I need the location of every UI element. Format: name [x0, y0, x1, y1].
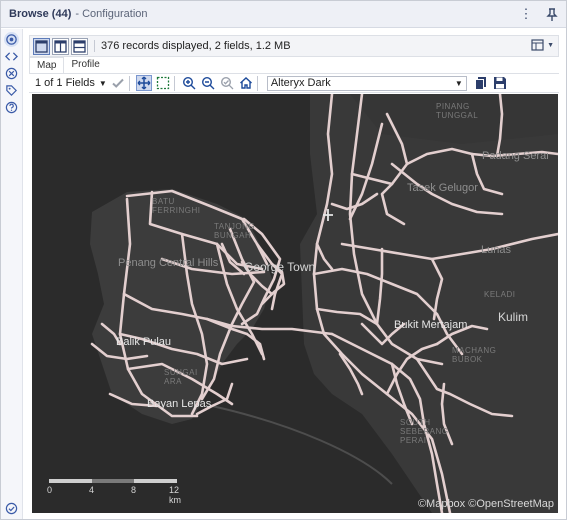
- chevron-down-icon: ▼: [454, 78, 463, 88]
- records-summary: 376 records displayed, 2 fields, 1.2 MB: [94, 40, 291, 52]
- toolbar-divider: [128, 75, 130, 91]
- window-title: Browse (44): [9, 8, 72, 20]
- map-label-machang-bubok: MACHANG BUBOK: [452, 346, 497, 364]
- map-label-tasek-gelugor: Tasek Gelugor: [407, 182, 478, 194]
- map-label-bukit-mertajam: Bukit Mertajam: [394, 319, 468, 331]
- toolbar-divider: [256, 75, 258, 91]
- x-circle-icon[interactable]: [4, 66, 19, 81]
- basemap-select-value: Alteryx Dark: [270, 77, 331, 89]
- scale-segment: [49, 479, 92, 483]
- code-icon[interactable]: [4, 49, 19, 64]
- scale-tick: 0: [47, 485, 53, 495]
- chevron-down-icon: ▼: [547, 42, 554, 49]
- single-pane-layout-icon[interactable]: [33, 37, 50, 55]
- map-label-lunas: Lunas: [481, 244, 511, 256]
- map-label-batu-ferringhi: BATU FERRINGHI: [152, 197, 201, 215]
- map-label-balik-pulau: Balik Pulau: [116, 336, 172, 348]
- checkmark-icon[interactable]: [110, 75, 126, 91]
- fields-selector-label: 1 of 1 Fields: [35, 77, 95, 89]
- map-label-south-seberang-perai: SOUTH SEBERANG PERAI: [400, 418, 449, 445]
- map-label-penang-central-hills: Penang Central Hills: [118, 257, 219, 269]
- check-circle-icon[interactable]: [4, 501, 18, 515]
- zoom-in-icon[interactable]: [181, 75, 197, 91]
- copy-icon[interactable]: [473, 75, 489, 91]
- help-icon[interactable]: [4, 100, 19, 115]
- tab-profile[interactable]: Profile: [64, 57, 106, 73]
- browse-content: 376 records displayed, 2 fields, 1.2 MB …: [29, 35, 561, 513]
- split-horizontal-layout-icon[interactable]: [71, 37, 88, 55]
- tab-map[interactable]: Map: [29, 57, 65, 73]
- fields-selector[interactable]: 1 of 1 Fields ▼: [35, 77, 107, 89]
- map-label-sungai-ara: SUNGAI ARA: [164, 368, 198, 386]
- view-options-button[interactable]: ▼: [531, 39, 554, 52]
- scale-tick: 12 km: [169, 485, 181, 505]
- scale-segment: [134, 479, 177, 483]
- map-attribution[interactable]: ©Mapbox ©OpenStreetMap: [418, 498, 554, 510]
- zoom-out-icon[interactable]: [200, 75, 216, 91]
- map-label-tanjong-bungah: TANJONG BUNGAH: [214, 222, 256, 240]
- title-bar: Browse (44) - Configuration ⋮: [1, 1, 566, 28]
- split-vertical-layout-icon[interactable]: [52, 37, 69, 55]
- results-toolbar: 376 records displayed, 2 fields, 1.2 MB …: [29, 35, 559, 57]
- settings-icon[interactable]: [4, 32, 19, 47]
- save-icon[interactable]: [492, 75, 508, 91]
- map-label-padang-serai: Padang Serai: [482, 150, 549, 162]
- map-label-george-town: George Town: [244, 260, 316, 274]
- pan-icon[interactable]: [135, 75, 152, 91]
- map-canvas: [90, 94, 558, 513]
- chevron-down-icon: ▼: [98, 78, 107, 88]
- basemap-select[interactable]: Alteryx Dark ▼: [266, 75, 467, 91]
- map-view[interactable]: PINANG TUNGGAL Padang Serai Tasek Gelugor…: [32, 94, 558, 513]
- more-vertical-icon[interactable]: ⋮: [518, 6, 534, 22]
- window-subtitle: - Configuration: [75, 8, 148, 20]
- map-label-keladi: KELADI: [484, 290, 516, 299]
- scale-tick: 8: [131, 485, 137, 495]
- browse-window: Browse (44) - Configuration ⋮ 376 record…: [0, 0, 567, 520]
- home-icon[interactable]: [238, 75, 254, 91]
- pin-icon[interactable]: [544, 6, 560, 22]
- map-toolbar: 1 of 1 Fields ▼ Alteryx Dark ▼: [29, 73, 559, 93]
- rectangle-select-icon[interactable]: [155, 75, 171, 91]
- map-label-pinang-tunggal: PINANG TUNGGAL: [436, 102, 479, 120]
- map-label-kulim: Kulim: [498, 310, 529, 324]
- scale-bar: 0 4 8 12 km: [45, 479, 181, 505]
- side-toolbar: [1, 29, 23, 519]
- scale-segment: [92, 479, 134, 483]
- map-label-bayan-lepas: Bayan Lepas: [147, 398, 212, 410]
- zoom-to-selection-icon[interactable]: [219, 75, 235, 91]
- tag-icon[interactable]: [4, 83, 19, 98]
- scale-tick: 4: [89, 485, 95, 495]
- view-tabs: Map Profile: [29, 57, 107, 73]
- toolbar-divider: [173, 75, 175, 91]
